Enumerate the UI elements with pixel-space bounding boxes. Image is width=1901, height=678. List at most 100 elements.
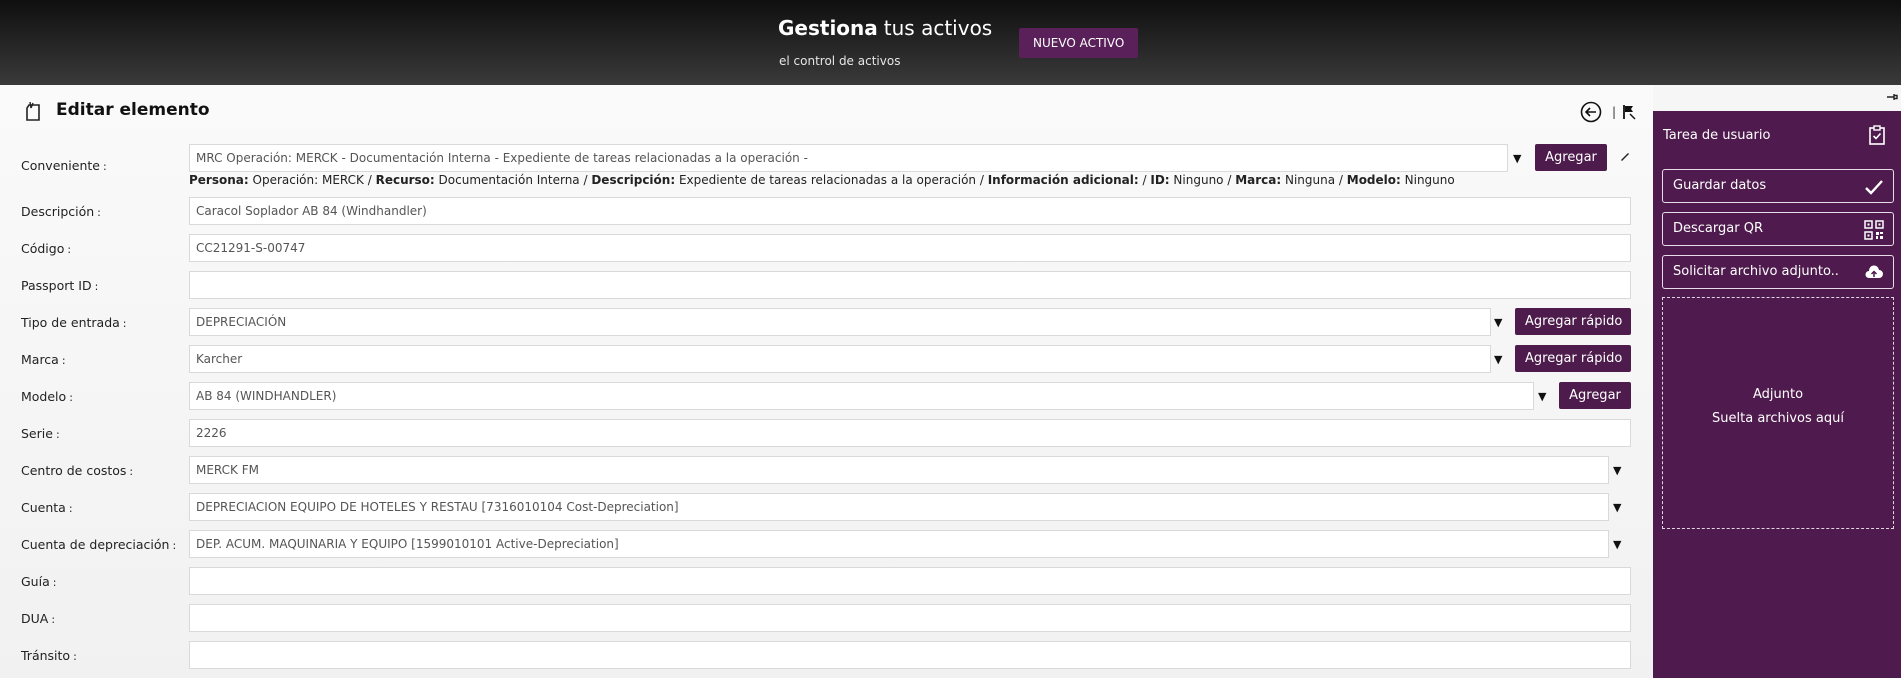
label-conveniente: Conveniente: <box>21 158 107 173</box>
detail-key: ID: <box>1150 173 1170 187</box>
marca-quick-add-button[interactable]: Agregar rápido <box>1515 345 1631 372</box>
cloud-upload-icon <box>1865 265 1883 278</box>
chevron-down-icon[interactable]: ▼ <box>1494 316 1502 329</box>
page-title: Editar elemento <box>56 100 210 120</box>
label-dua-text: DUA <box>21 611 49 626</box>
add-conveniente-button[interactable]: Agregar <box>1535 144 1607 171</box>
label-colon: : <box>73 650 77 663</box>
new-asset-button[interactable]: NUEVO ACTIVO <box>1019 28 1139 58</box>
label-colon: : <box>51 613 56 626</box>
tipo-entrada-quick-add-button[interactable]: Agregar rápido <box>1515 308 1631 335</box>
chevron-down-icon[interactable]: ▼ <box>1613 538 1621 551</box>
save-data-label: Guardar datos <box>1673 178 1767 193</box>
label-descripcion-text: Descripción <box>21 204 95 219</box>
label-descripcion: Descripción: <box>21 204 101 219</box>
chevron-down-icon[interactable]: ▼ <box>1613 464 1621 477</box>
passport-id-input[interactable] <box>189 271 1631 299</box>
detail-value: Ninguno <box>1400 173 1455 187</box>
flag-icon[interactable] <box>1622 104 1636 120</box>
modelo-select[interactable]: AB 84 (WINDHANDLER) <box>189 382 1534 410</box>
cuenta-depreciacion-select[interactable]: DEP. ACUM. MAQUINARIA Y EQUIPO [15990101… <box>189 530 1609 558</box>
detail-key: Recurso: <box>375 173 435 187</box>
label-cuenta-depreciacion-text: Cuenta de depreciación <box>21 537 170 552</box>
label-colon: : <box>122 317 127 330</box>
label-centro-costos: Centro de costos: <box>21 463 133 478</box>
detail-value: / <box>1138 173 1151 187</box>
checkmark-icon <box>1865 180 1883 195</box>
back-arrow-icon[interactable] <box>1580 101 1602 123</box>
label-guia: Guía: <box>21 574 56 589</box>
detail-key: Descripción: <box>591 173 676 187</box>
label-colon: : <box>97 206 101 219</box>
brand-title-bold: Gestiona <box>778 16 878 40</box>
detail-key: Persona: <box>189 173 249 187</box>
label-colon: : <box>67 243 72 256</box>
request-attachment-label: Solicitar archivo adjunto.. <box>1673 264 1839 279</box>
codigo-input[interactable]: CC21291-S-00747 <box>189 234 1631 262</box>
brand-subtitle: el control de activos <box>779 54 901 68</box>
qr-code-icon <box>1864 220 1884 240</box>
dua-input[interactable] <box>189 604 1631 632</box>
save-data-button[interactable]: Guardar datos <box>1662 169 1894 203</box>
dropzone-hint: Suelta archivos aquí <box>1712 411 1844 426</box>
label-codigo: Código: <box>21 241 71 256</box>
detail-value: Expediente de tareas relacionadas a la o… <box>675 173 988 187</box>
label-colon: : <box>94 280 99 293</box>
chevron-down-icon[interactable]: ▼ <box>1613 501 1621 514</box>
label-codigo-text: Código <box>21 241 65 256</box>
label-colon: : <box>55 428 60 441</box>
add-modelo-button[interactable]: Agregar <box>1559 382 1631 409</box>
pencil-icon[interactable] <box>1619 150 1631 162</box>
label-cuenta-text: Cuenta <box>21 500 66 515</box>
chevron-down-icon[interactable]: ▼ <box>1513 152 1521 165</box>
label-colon: : <box>129 465 134 478</box>
label-serie: Serie: <box>21 426 60 441</box>
transito-input[interactable] <box>189 641 1631 669</box>
guia-input[interactable] <box>189 567 1631 595</box>
label-passport-id: Passport ID: <box>21 278 98 293</box>
label-modelo-text: Modelo <box>21 389 67 404</box>
label-marca-text: Marca <box>21 352 59 367</box>
label-cuenta-depreciacion: Cuenta de depreciación: <box>21 537 176 552</box>
main-panel: Editar elemento | Conveniente: MRC Opera… <box>0 85 1653 678</box>
centro-costos-select[interactable]: MERCK FM <box>189 456 1609 484</box>
label-cuenta: Cuenta: <box>21 500 73 515</box>
brand-title-light: tus activos <box>883 16 993 40</box>
descripcion-input[interactable]: Caracol Soplador AB 84 (Windhandler) <box>189 197 1631 225</box>
conveniente-select[interactable]: MRC Operación: MERCK - Documentación Int… <box>189 144 1508 172</box>
label-marca: Marca: <box>21 352 66 367</box>
label-tipo-entrada-text: Tipo de entrada <box>21 315 120 330</box>
marca-select[interactable]: Karcher <box>189 345 1491 373</box>
label-dua: DUA: <box>21 611 55 626</box>
chevron-down-icon[interactable]: ▼ <box>1538 390 1546 403</box>
cuenta-select[interactable]: DEPRECIACION EQUIPO DE HOTELES Y RESTAU … <box>189 493 1609 521</box>
top-header: Gestiona tus activos el control de activo… <box>0 0 1901 85</box>
label-guia-text: Guía <box>21 574 50 589</box>
download-qr-button[interactable]: Descargar QR <box>1662 212 1894 246</box>
label-serie-text: Serie <box>21 426 53 441</box>
attachment-dropzone[interactable]: Adjunto Suelta archivos aquí <box>1662 297 1894 529</box>
toolbar-separator: | <box>1612 105 1617 119</box>
edit-form: Editar elemento | Conveniente: MRC Opera… <box>0 85 1653 678</box>
label-tipo-entrada: Tipo de entrada: <box>21 315 127 330</box>
label-colon: : <box>69 391 73 404</box>
detail-key: Modelo: <box>1346 173 1401 187</box>
label-transito-text: Tránsito <box>21 648 71 663</box>
serie-input[interactable]: 2226 <box>189 419 1631 447</box>
detail-value: Ninguno / <box>1169 173 1236 187</box>
dropzone-title: Adjunto <box>1752 387 1804 402</box>
label-colon: : <box>52 576 57 589</box>
detail-value: Documentación Interna / <box>434 173 592 187</box>
label-colon: : <box>61 354 66 367</box>
chevron-down-icon[interactable]: ▼ <box>1494 353 1502 366</box>
pin-icon[interactable] <box>1886 91 1898 103</box>
tipo-entrada-select[interactable]: DEPRECIACIÓN <box>189 308 1491 336</box>
sidebar-title: Tarea de usuario <box>1663 128 1771 143</box>
download-qr-label: Descargar QR <box>1673 221 1763 236</box>
clipboard-check-icon <box>1869 125 1885 145</box>
detail-key: Marca: <box>1235 173 1282 187</box>
request-attachment-button[interactable]: Solicitar archivo adjunto.. <box>1662 255 1894 289</box>
label-colon: : <box>172 539 177 552</box>
label-conveniente-text: Conveniente <box>21 158 100 173</box>
detail-value: Ninguna / <box>1281 173 1347 187</box>
